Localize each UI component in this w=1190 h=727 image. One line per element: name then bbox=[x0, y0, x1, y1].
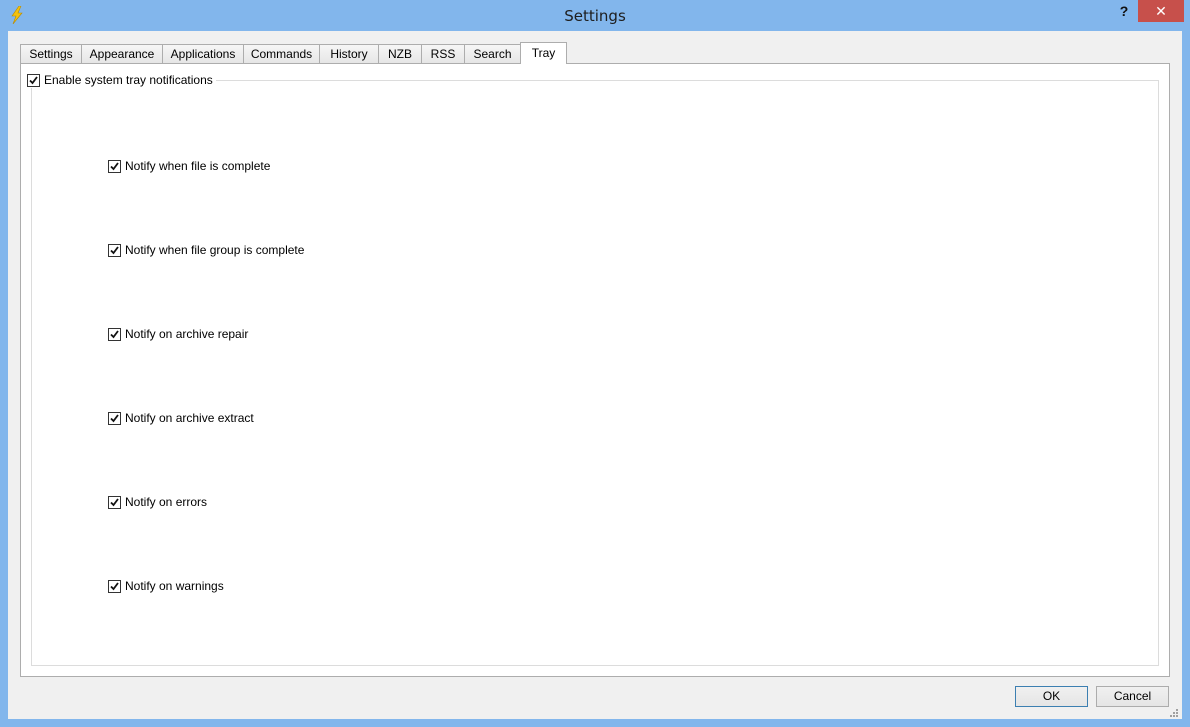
checkbox-label: Enable system tray notifications bbox=[44, 73, 213, 87]
notify-archive-repair-checkbox[interactable]: Notify on archive repair bbox=[108, 326, 252, 342]
notify-errors-checkbox[interactable]: Notify on errors bbox=[108, 494, 211, 510]
checkmark-icon bbox=[110, 245, 119, 254]
settings-window: Settings ? ✕ Settings Appearance Applica… bbox=[0, 0, 1190, 727]
ok-button[interactable]: OK bbox=[1015, 686, 1088, 707]
help-button[interactable]: ? bbox=[1112, 0, 1136, 22]
notify-warnings-checkbox[interactable]: Notify on warnings bbox=[108, 578, 227, 594]
checkbox-label: Notify on errors bbox=[125, 495, 208, 509]
checkbox-label: Notify on archive repair bbox=[125, 327, 249, 341]
checkbox-box[interactable] bbox=[108, 243, 121, 257]
close-button[interactable]: ✕ bbox=[1138, 0, 1184, 22]
title-bar[interactable]: Settings ? ✕ bbox=[0, 0, 1190, 31]
notify-file-group-complete-checkbox[interactable]: Notify when file group is complete bbox=[108, 242, 308, 258]
tab-settings[interactable]: Settings bbox=[20, 44, 82, 63]
checkbox-label: Notify on archive extract bbox=[125, 411, 254, 425]
checkbox-box[interactable] bbox=[108, 411, 121, 425]
checkmark-icon bbox=[110, 161, 119, 170]
tab-tray[interactable]: Tray bbox=[520, 42, 567, 64]
tab-commands[interactable]: Commands bbox=[243, 44, 320, 63]
checkbox-box[interactable] bbox=[108, 159, 121, 173]
checkbox-label: Notify on warnings bbox=[125, 579, 224, 593]
tab-search[interactable]: Search bbox=[464, 44, 521, 63]
tab-appearance[interactable]: Appearance bbox=[81, 44, 163, 63]
cancel-button[interactable]: Cancel bbox=[1096, 686, 1169, 707]
checkbox-label: Notify when file is complete bbox=[125, 159, 271, 173]
tray-tab-panel: Enable system tray notifications Notify … bbox=[20, 63, 1170, 677]
tab-nzb[interactable]: NZB bbox=[378, 44, 422, 63]
checkbox-box[interactable] bbox=[108, 579, 121, 593]
checkmark-icon bbox=[110, 581, 119, 590]
tab-applications[interactable]: Applications bbox=[162, 44, 244, 63]
checkmark-icon bbox=[110, 413, 119, 422]
checkmark-icon bbox=[110, 329, 119, 338]
window-title: Settings bbox=[564, 7, 626, 25]
tab-rss[interactable]: RSS bbox=[421, 44, 465, 63]
enable-tray-notifications-checkbox[interactable]: Enable system tray notifications bbox=[27, 72, 216, 88]
checkbox-box[interactable] bbox=[108, 327, 121, 341]
notify-archive-extract-checkbox[interactable]: Notify on archive extract bbox=[108, 410, 257, 426]
resize-grip-icon[interactable] bbox=[1168, 706, 1178, 717]
checkbox-label: Notify when file group is complete bbox=[125, 243, 305, 257]
checkbox-box[interactable] bbox=[108, 495, 121, 509]
tab-history[interactable]: History bbox=[319, 44, 379, 63]
dialog-client-area: Settings Appearance Applications Command… bbox=[8, 31, 1182, 719]
checkmark-icon bbox=[29, 75, 38, 84]
notify-file-complete-checkbox[interactable]: Notify when file is complete bbox=[108, 158, 274, 174]
checkbox-box[interactable] bbox=[27, 73, 40, 87]
checkmark-icon bbox=[110, 497, 119, 506]
